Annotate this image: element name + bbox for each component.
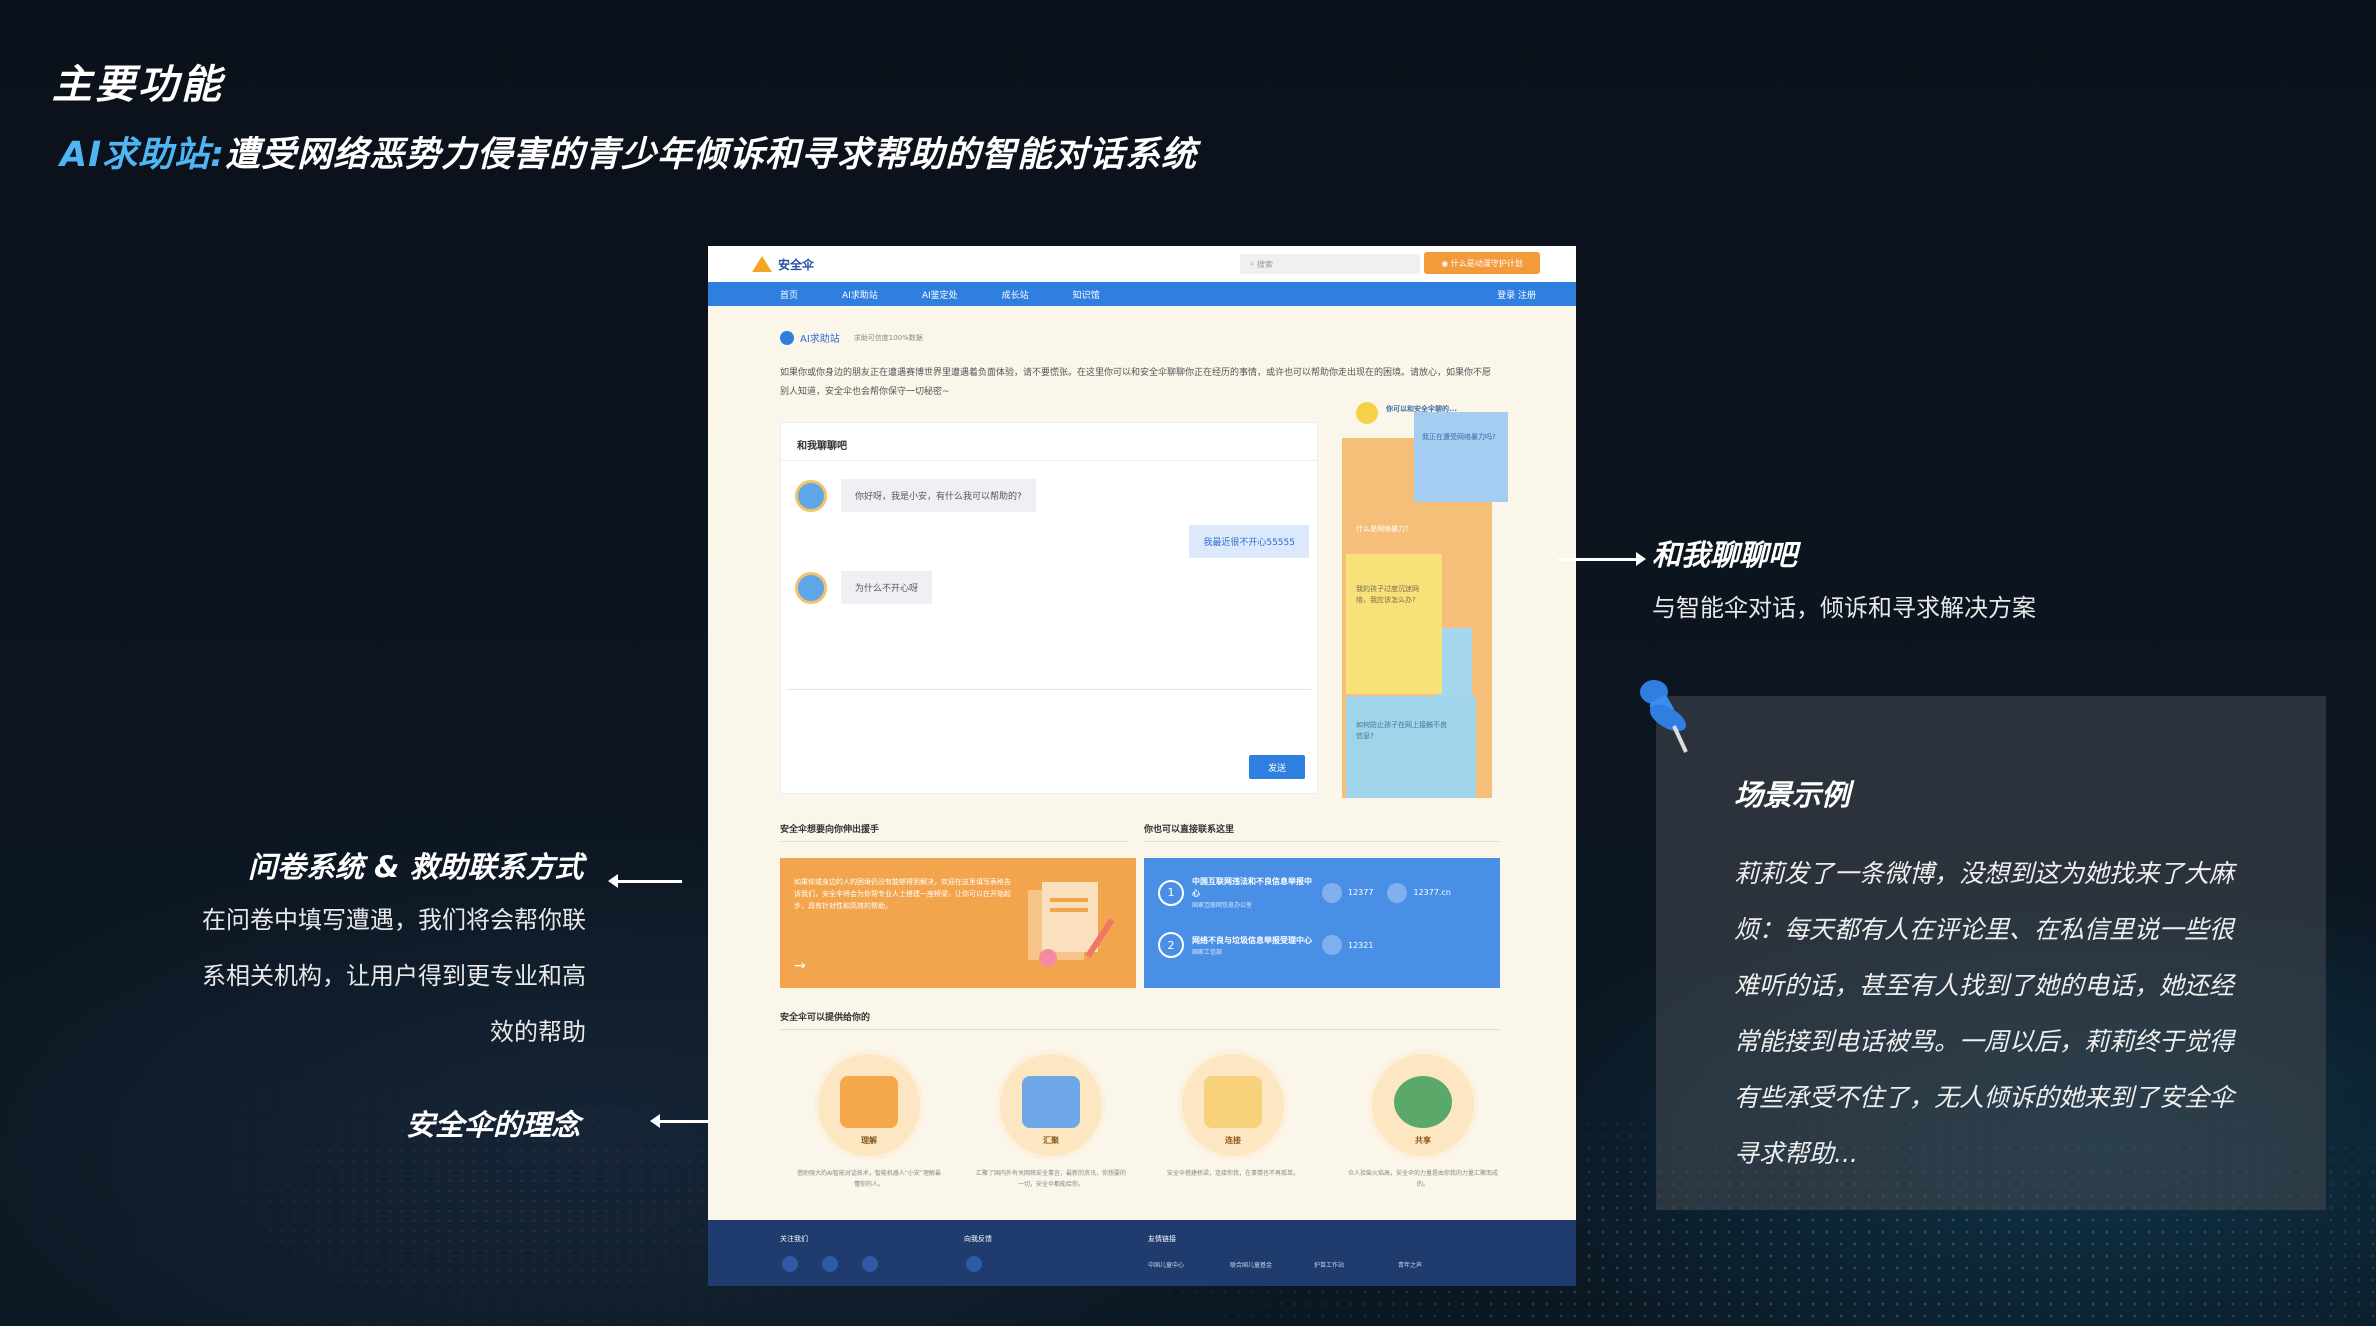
arrow-left-icon (650, 1114, 708, 1128)
survey-card[interactable]: 如果你或身边的人的困境仍没有能够得到解决，欢迎在这里填写表格告诉我们，安全伞将会… (780, 858, 1136, 988)
footer-link[interactable]: 中国儿童中心 (1148, 1260, 1184, 1269)
footer-link[interactable]: 青年之声 (1398, 1260, 1422, 1269)
slide-title: 主要功能 (52, 62, 224, 108)
feature-desc: 借助强大的AI智能对话技术，智能机器人“小安”理解最懂你的人。 (796, 1170, 942, 1188)
features-title: 安全伞可以提供给你的 (780, 1010, 1500, 1030)
feature-connect-icon: 连接 (1178, 1050, 1288, 1160)
chat-feature-desc: 与智能伞对话，倾诉和寻求解决方案 (1652, 594, 2036, 622)
chat-message-user: 我最近很不开心55555 (1189, 525, 1309, 558)
subtitle-accent: AI求助站: (60, 135, 226, 175)
website-screenshot: 安全伞 ⌕ 搜索 ◉ 什么是动漫守护计划 首页 AI求助站 AI鉴定处 成长站 … (708, 246, 1576, 1286)
chat-title: 和我聊聊吧 (781, 423, 1317, 461)
contact-row[interactable]: 1 中国互联网违法和不良信息举报中心 国家互联网信息办公室 12377 12377… (1158, 876, 1451, 909)
search-input[interactable]: ⌕ 搜索 (1240, 254, 1420, 274)
intro-text: 如果你或你身边的朋友正在遭遇赛博世界里遭遇着负面体验，请不要慌张。在这里你可以和… (780, 368, 1492, 397)
location-pin-icon (780, 330, 794, 345)
concept-title: 安全伞的理念 (406, 1108, 581, 1142)
site-logo[interactable]: 安全伞 (752, 256, 814, 273)
chat-window: 和我聊聊吧 你好呀，我是小安，有什么我可以帮助的? 我最近很不开心55555 为… (780, 422, 1318, 794)
feature-desc: 众人拾柴火焰高，安全伞的力量是由你我的力量汇聚而成的。 (1348, 1170, 1499, 1188)
scenario-title: 场景示例 (1734, 778, 1851, 812)
scenario-panel: 场景示例 莉莉发了一条微博，没想到这为她找来了大麻烦：每天都有人在评论里、在私信… (1656, 696, 2326, 1210)
chat-feature-title: 和我聊聊吧 (1652, 538, 1798, 572)
nav-growth[interactable]: 成长站 (1002, 288, 1029, 301)
feature-share-icon: 共享 (1368, 1050, 1478, 1160)
suggestion-cards: 我正在遭受网络暴力吗? 我的孩子过度沉迷网络，我应该怎么办? 如何防止孩子在网上… (1342, 402, 1522, 798)
scenario-text: 莉莉发了一条微博，没想到这为她找来了大麻烦：每天都有人在评论里、在私信里说一些很… (1734, 859, 2235, 1168)
feature-desc: 安全伞搭建桥梁，连接你我，在事情也不再孤单。 (1166, 1170, 1299, 1177)
arrow-left-icon (608, 874, 682, 888)
subtitle-text: 遭受网络恶势力侵害的青少年倾诉和寻求帮助的智能对话系统 (225, 135, 1198, 175)
globe-icon (1387, 882, 1408, 903)
arrow-right-icon[interactable]: → (794, 958, 806, 974)
suggestion-card[interactable]: 如何防止孩子在网上接触不良信息? (1346, 696, 1476, 798)
auth-links[interactable]: 登录 注册 (1497, 288, 1536, 301)
slide-subtitle: AI求助站:遭受网络恶势力侵害的青少年倾诉和寻求帮助的智能对话系统 (60, 126, 1197, 177)
nav-ai-identify[interactable]: AI鉴定处 (922, 288, 958, 301)
survey-feature-desc: 在问卷中填写遭遇，我们将会帮你联 系相关机构，让用户得到更专业和高 效的帮助 (202, 906, 586, 1046)
site-nav: 首页 AI求助站 AI鉴定处 成长站 知识馆 登录 注册 (708, 282, 1576, 308)
bot-avatar (795, 571, 827, 604)
phone-icon (1322, 935, 1342, 955)
suggestion-card[interactable]: 我的孩子过度沉迷网络，我应该怎么办? (1346, 554, 1442, 694)
feature-gather-icon: 汇聚 (996, 1050, 1106, 1160)
suggestion-card[interactable]: 什么是网络暴力? (1356, 524, 1409, 535)
bot-avatar (795, 479, 827, 512)
survey-feature-title: 问卷系统 & 救助联系方式 (248, 850, 584, 884)
help-section-title: 安全伞想要向你伸出援手 (780, 822, 1128, 842)
pushpin-icon (1640, 680, 1688, 753)
feature-desc: 汇聚了国内外有关网络安全事宜，最新的资讯，你想要的一切，安全伞都能给你。 (976, 1170, 1127, 1188)
umbrella-logo-icon (752, 256, 772, 272)
phone-icon (1322, 882, 1342, 903)
suggestion-card[interactable]: 我正在遭受网络暴力吗? (1414, 412, 1508, 502)
nav-home[interactable]: 首页 (780, 288, 798, 301)
feedback-icon[interactable] (966, 1256, 982, 1272)
site-header: 安全伞 ⌕ 搜索 ◉ 什么是动漫守护计划 (708, 246, 1576, 282)
arrow-right-icon (1558, 552, 1646, 566)
suggestion-heading: 你可以和安全伞聊的... (1386, 405, 1457, 413)
nav-knowledge[interactable]: 知识馆 (1073, 288, 1100, 301)
chat-message-bot: 为什么不开心呀 (795, 571, 933, 604)
breadcrumb: AI求助站 求助可信度100%数据 (780, 330, 923, 345)
contact-row[interactable]: 2 网络不良与垃圾信息举报受理中心 国家工信部 12321 (1158, 932, 1373, 958)
footer-link[interactable]: 护苗工作站 (1314, 1260, 1344, 1269)
survey-illustration-icon (1028, 882, 1115, 967)
chat-divider (787, 689, 1311, 690)
mail-icon[interactable] (862, 1256, 878, 1272)
nav-ai-help[interactable]: AI求助站 (842, 288, 878, 308)
contact-card: 1 中国互联网违法和不良信息举报中心 国家互联网信息办公室 12377 12377… (1144, 858, 1500, 988)
wechat-icon[interactable] (782, 1256, 798, 1272)
send-button[interactable]: 发送 (1249, 755, 1305, 779)
site-footer: 关注我们 向我反馈 友情链接 中国儿童中心 联合国儿童基金 护苗工作站 青年之声 (708, 1220, 1576, 1286)
chat-message-bot: 你好呀，我是小安，有什么我可以帮助的? (795, 479, 1036, 512)
lightbulb-icon (1356, 402, 1378, 424)
footer-link[interactable]: 联合国儿童基金 (1230, 1260, 1272, 1269)
weibo-icon[interactable] (822, 1256, 838, 1272)
cta-button[interactable]: ◉ 什么是动漫守护计划 (1424, 252, 1540, 274)
contact-section-title: 你也可以直接联系这里 (1144, 822, 1500, 842)
feature-understand-icon: 理解 (814, 1050, 924, 1160)
